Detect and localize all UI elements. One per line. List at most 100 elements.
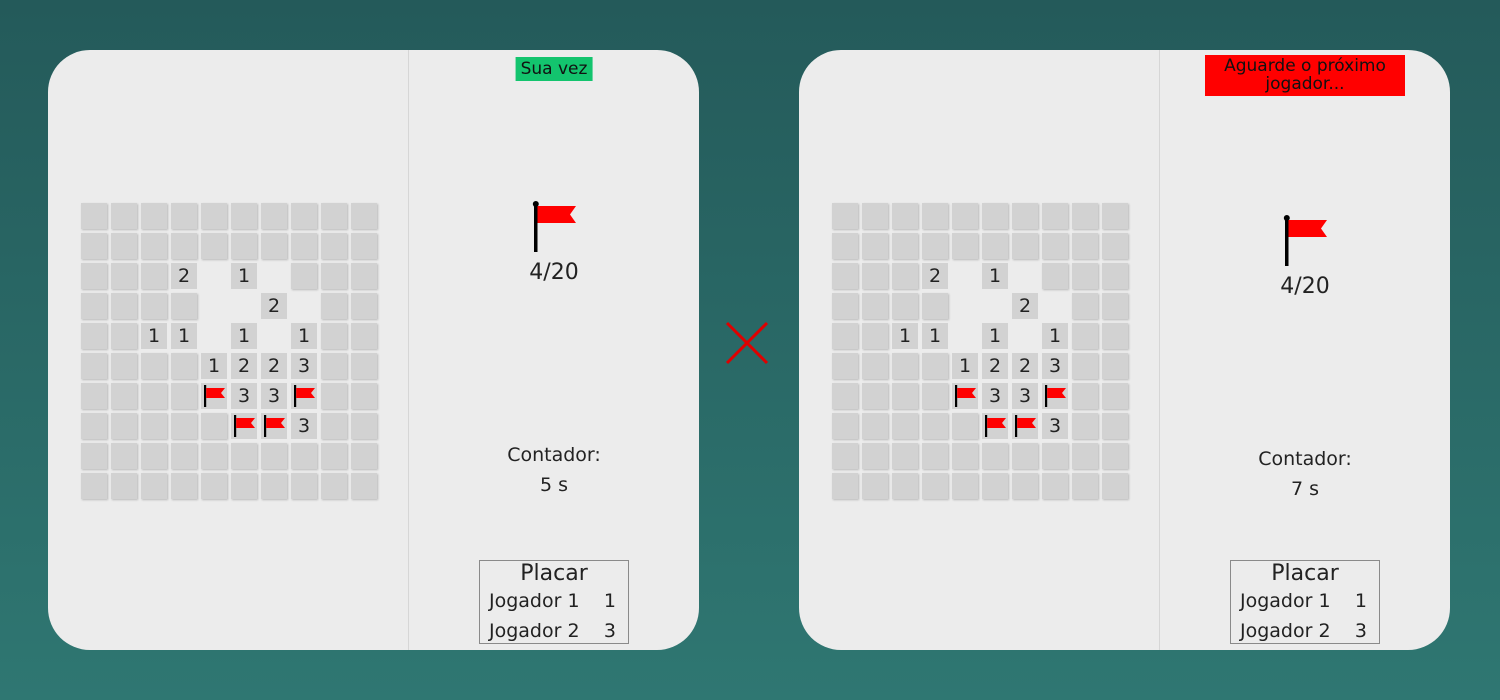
- hidden-cell[interactable]: [1042, 233, 1068, 259]
- hidden-cell[interactable]: [922, 473, 948, 499]
- hidden-cell[interactable]: [982, 443, 1008, 469]
- flagged-cell[interactable]: [952, 383, 978, 409]
- hidden-cell[interactable]: [231, 233, 257, 259]
- hidden-cell[interactable]: [832, 383, 858, 409]
- hidden-cell[interactable]: [922, 233, 948, 259]
- hidden-cell[interactable]: [171, 203, 197, 229]
- hidden-cell[interactable]: [111, 203, 137, 229]
- hidden-cell[interactable]: [892, 383, 918, 409]
- hidden-cell[interactable]: [261, 443, 287, 469]
- hidden-cell[interactable]: [201, 413, 227, 439]
- hidden-cell[interactable]: [892, 203, 918, 229]
- hidden-cell[interactable]: [832, 473, 858, 499]
- hidden-cell[interactable]: [171, 443, 197, 469]
- hidden-cell[interactable]: [291, 203, 317, 229]
- hidden-cell[interactable]: [1072, 383, 1098, 409]
- hidden-cell[interactable]: [832, 203, 858, 229]
- hidden-cell[interactable]: [862, 263, 888, 289]
- hidden-cell[interactable]: [922, 383, 948, 409]
- hidden-cell[interactable]: [291, 233, 317, 259]
- hidden-cell[interactable]: [1042, 203, 1068, 229]
- hidden-cell[interactable]: [141, 383, 167, 409]
- hidden-cell[interactable]: [171, 233, 197, 259]
- hidden-cell[interactable]: [922, 353, 948, 379]
- hidden-cell[interactable]: [982, 203, 1008, 229]
- hidden-cell[interactable]: [922, 203, 948, 229]
- hidden-cell[interactable]: [81, 413, 107, 439]
- hidden-cell[interactable]: [81, 473, 107, 499]
- hidden-cell[interactable]: [171, 413, 197, 439]
- hidden-cell[interactable]: [351, 353, 377, 379]
- hidden-cell[interactable]: [1072, 203, 1098, 229]
- hidden-cell[interactable]: [201, 443, 227, 469]
- hidden-cell[interactable]: [201, 203, 227, 229]
- hidden-cell[interactable]: [351, 263, 377, 289]
- hidden-cell[interactable]: [1102, 323, 1128, 349]
- hidden-cell[interactable]: [1012, 233, 1038, 259]
- hidden-cell[interactable]: [832, 263, 858, 289]
- hidden-cell[interactable]: [141, 413, 167, 439]
- hidden-cell[interactable]: [321, 473, 347, 499]
- hidden-cell[interactable]: [892, 293, 918, 319]
- hidden-cell[interactable]: [922, 413, 948, 439]
- hidden-cell[interactable]: [351, 383, 377, 409]
- hidden-cell[interactable]: [1072, 323, 1098, 349]
- hidden-cell[interactable]: [862, 353, 888, 379]
- hidden-cell[interactable]: [171, 293, 197, 319]
- hidden-cell[interactable]: [261, 203, 287, 229]
- hidden-cell[interactable]: [1042, 443, 1068, 469]
- hidden-cell[interactable]: [1042, 473, 1068, 499]
- hidden-cell[interactable]: [111, 383, 137, 409]
- hidden-cell[interactable]: [321, 263, 347, 289]
- hidden-cell[interactable]: [141, 443, 167, 469]
- hidden-cell[interactable]: [862, 443, 888, 469]
- hidden-cell[interactable]: [862, 473, 888, 499]
- hidden-cell[interactable]: [1072, 263, 1098, 289]
- hidden-cell[interactable]: [832, 293, 858, 319]
- flagged-cell[interactable]: [1012, 413, 1038, 439]
- hidden-cell[interactable]: [81, 383, 107, 409]
- hidden-cell[interactable]: [351, 323, 377, 349]
- hidden-cell[interactable]: [231, 203, 257, 229]
- hidden-cell[interactable]: [1102, 233, 1128, 259]
- hidden-cell[interactable]: [111, 443, 137, 469]
- hidden-cell[interactable]: [832, 233, 858, 259]
- hidden-cell[interactable]: [1102, 443, 1128, 469]
- hidden-cell[interactable]: [832, 413, 858, 439]
- hidden-cell[interactable]: [832, 353, 858, 379]
- hidden-cell[interactable]: [1102, 263, 1128, 289]
- hidden-cell[interactable]: [892, 263, 918, 289]
- hidden-cell[interactable]: [351, 203, 377, 229]
- hidden-cell[interactable]: [291, 443, 317, 469]
- hidden-cell[interactable]: [321, 323, 347, 349]
- hidden-cell[interactable]: [1102, 353, 1128, 379]
- hidden-cell[interactable]: [832, 443, 858, 469]
- hidden-cell[interactable]: [201, 473, 227, 499]
- hidden-cell[interactable]: [321, 293, 347, 319]
- hidden-cell[interactable]: [351, 473, 377, 499]
- hidden-cell[interactable]: [1012, 443, 1038, 469]
- hidden-cell[interactable]: [261, 473, 287, 499]
- hidden-cell[interactable]: [862, 413, 888, 439]
- hidden-cell[interactable]: [141, 263, 167, 289]
- hidden-cell[interactable]: [321, 233, 347, 259]
- hidden-cell[interactable]: [862, 383, 888, 409]
- flagged-cell[interactable]: [201, 383, 227, 409]
- hidden-cell[interactable]: [982, 233, 1008, 259]
- hidden-cell[interactable]: [862, 233, 888, 259]
- hidden-cell[interactable]: [1072, 443, 1098, 469]
- hidden-cell[interactable]: [321, 443, 347, 469]
- hidden-cell[interactable]: [111, 233, 137, 259]
- hidden-cell[interactable]: [111, 293, 137, 319]
- flagged-cell[interactable]: [1042, 383, 1068, 409]
- hidden-cell[interactable]: [351, 233, 377, 259]
- hidden-cell[interactable]: [892, 233, 918, 259]
- hidden-cell[interactable]: [952, 233, 978, 259]
- hidden-cell[interactable]: [892, 353, 918, 379]
- hidden-cell[interactable]: [1102, 413, 1128, 439]
- hidden-cell[interactable]: [952, 413, 978, 439]
- hidden-cell[interactable]: [141, 203, 167, 229]
- hidden-cell[interactable]: [1072, 473, 1098, 499]
- hidden-cell[interactable]: [111, 473, 137, 499]
- hidden-cell[interactable]: [922, 293, 948, 319]
